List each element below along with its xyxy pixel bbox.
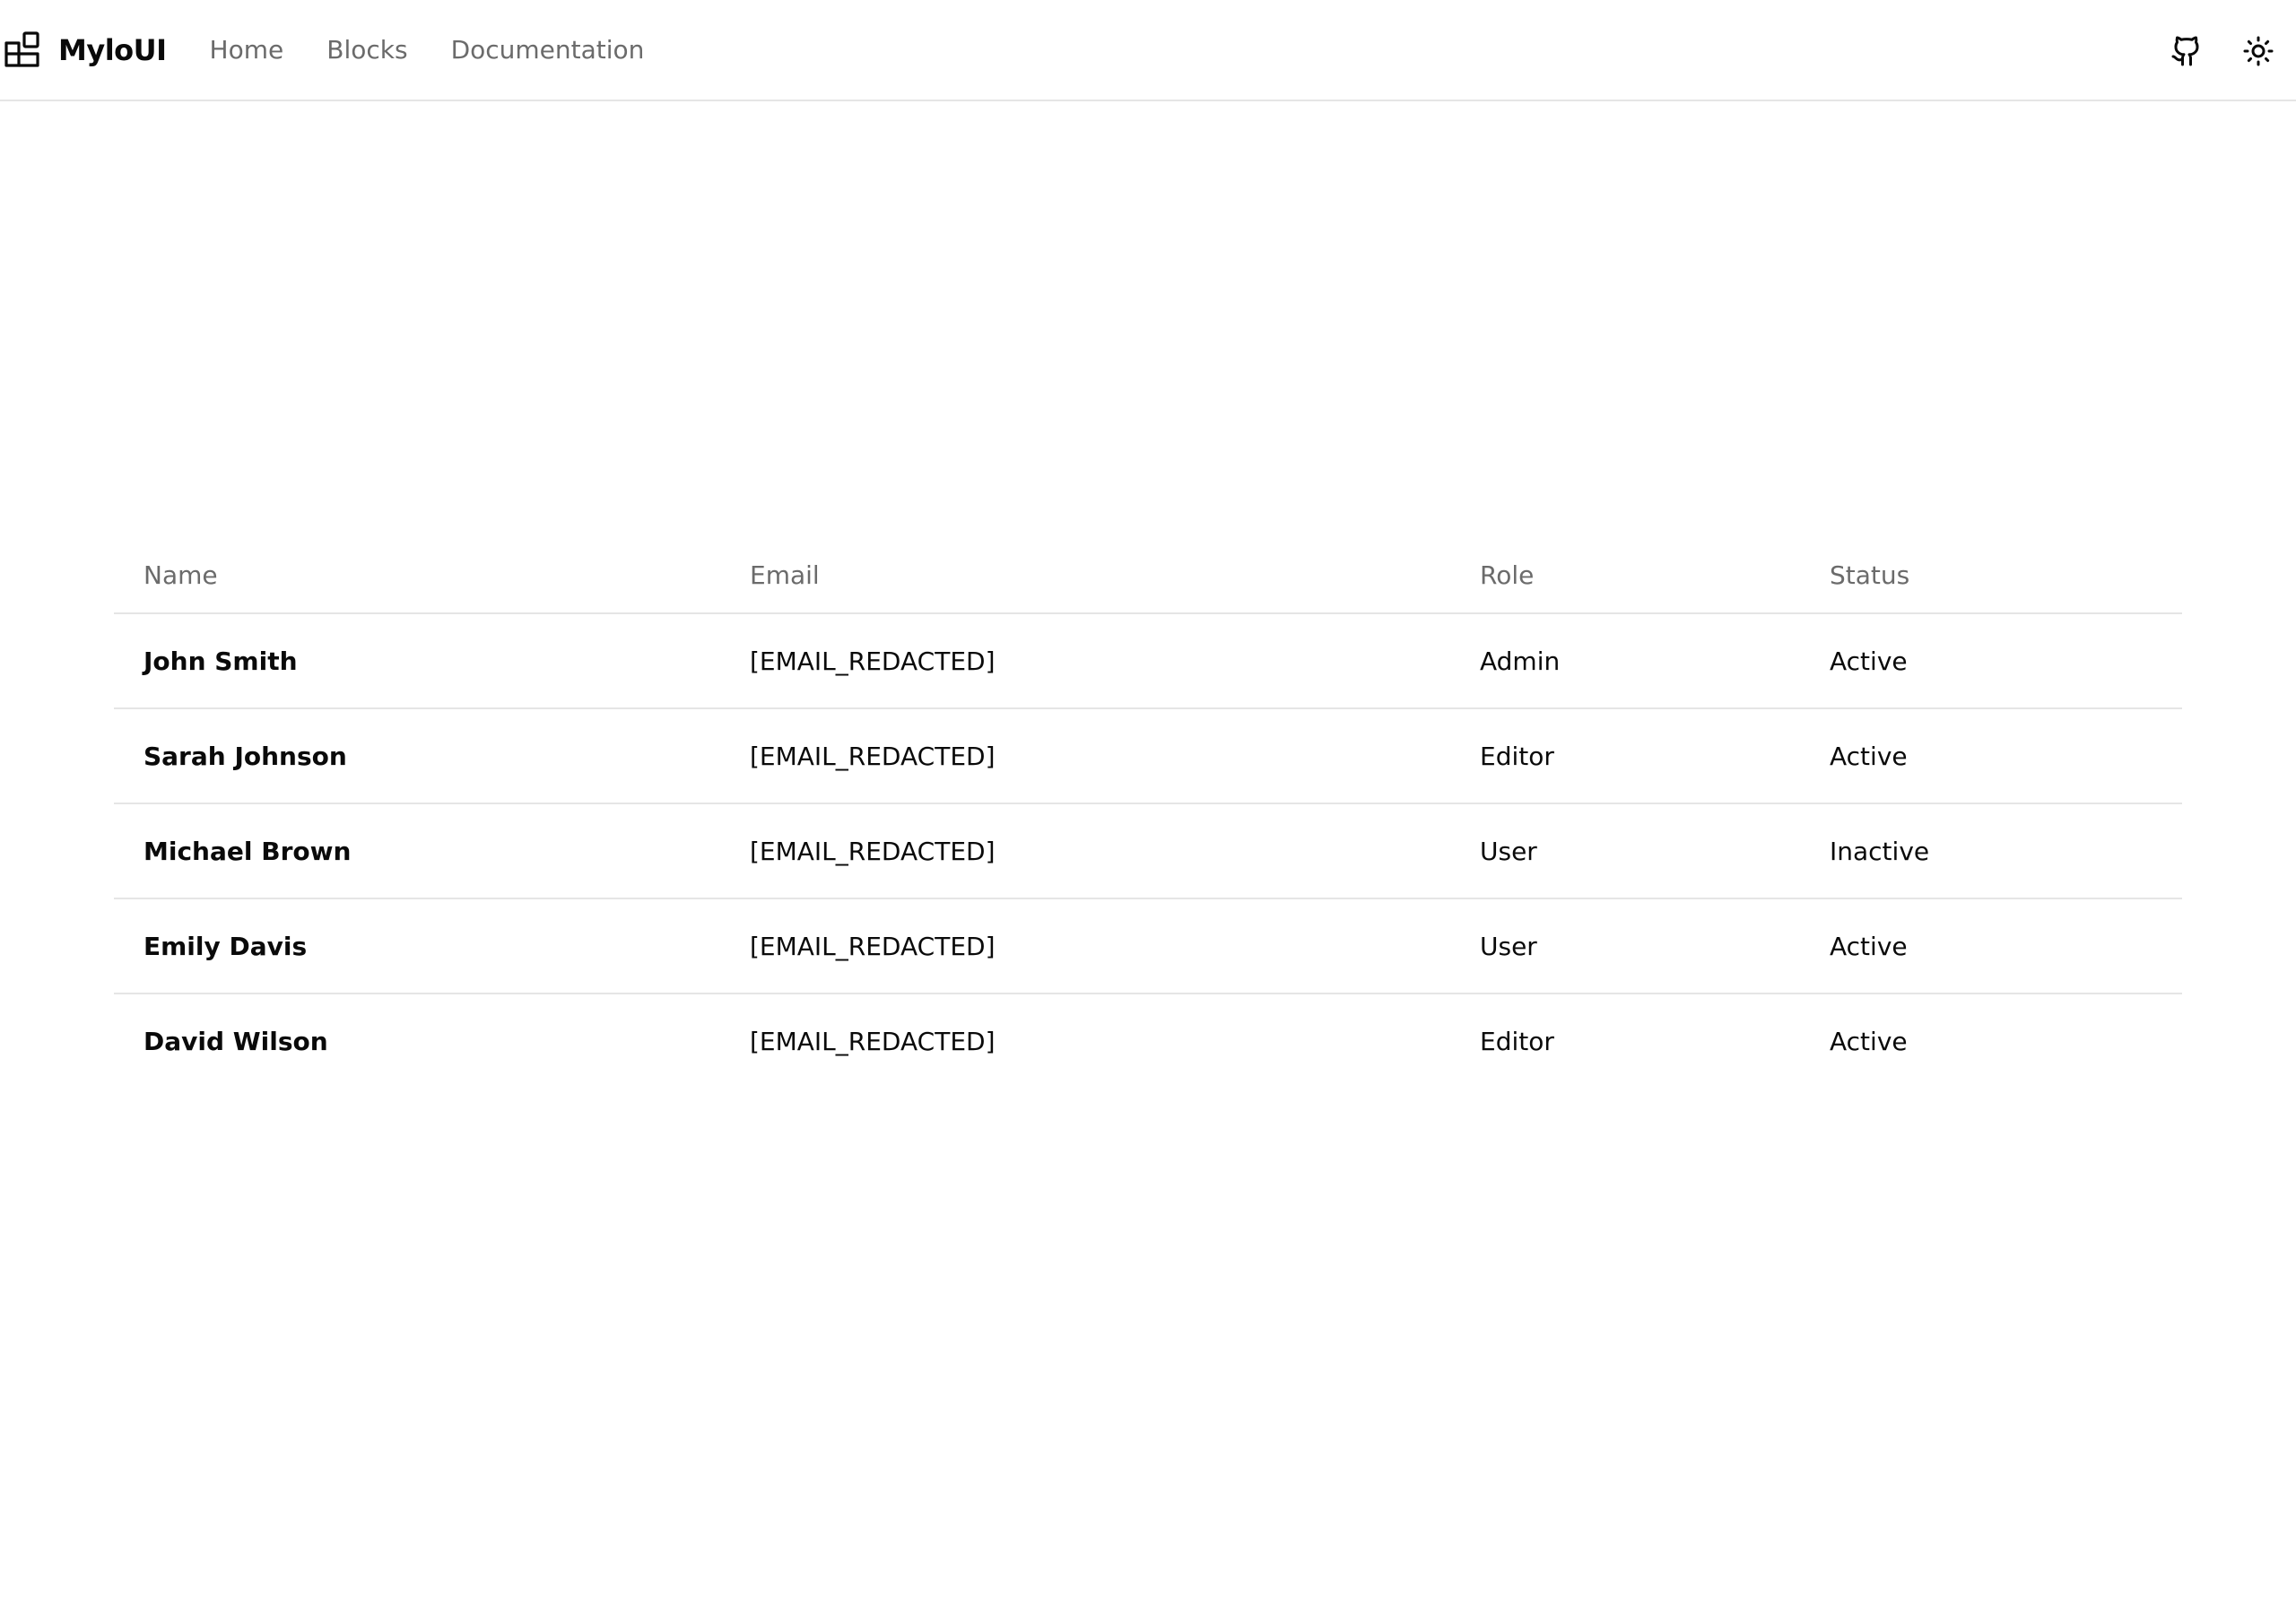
cell-name: Sarah Johnson: [144, 741, 347, 771]
table-body: John Smith [EMAIL_REDACTED] Admin Active…: [114, 613, 2182, 1089]
header-actions: [2160, 0, 2296, 101]
github-button[interactable]: [2160, 24, 2213, 78]
nav-home[interactable]: Home: [210, 35, 284, 65]
brand-name: MyloUI: [58, 32, 167, 67]
users-table: Name Email Role Status John Smith [EMAIL…: [114, 538, 2182, 1089]
column-header-status: Status: [1830, 560, 1910, 590]
table-row: Emily Davis [EMAIL_REDACTED] User Active: [114, 898, 2182, 994]
cell-email: [EMAIL_REDACTED]: [750, 1027, 996, 1056]
nav-documentation[interactable]: Documentation: [451, 35, 645, 65]
cell-name: John Smith: [144, 646, 298, 676]
cell-role: User: [1480, 931, 1537, 961]
users-table-container: Name Email Role Status John Smith [EMAIL…: [114, 538, 2182, 1089]
cell-email: [EMAIL_REDACTED]: [750, 741, 996, 771]
cell-name: David Wilson: [144, 1027, 328, 1056]
github-icon: [2171, 36, 2199, 65]
table-header: Name Email Role Status: [114, 538, 2182, 613]
cell-name: Emily Davis: [144, 931, 308, 961]
main-nav: Home Blocks Documentation: [210, 35, 688, 65]
cell-status: Active: [1830, 646, 1908, 676]
table-row: David Wilson [EMAIL_REDACTED] Editor Act…: [114, 994, 2182, 1089]
cell-name: Michael Brown: [144, 836, 352, 866]
theme-toggle-button[interactable]: [2231, 24, 2285, 78]
cell-role: Admin: [1480, 646, 1561, 676]
table-row: Michael Brown [EMAIL_REDACTED] User Inac…: [114, 803, 2182, 898]
sun-icon: [2243, 36, 2274, 65]
cell-email: [EMAIL_REDACTED]: [750, 931, 996, 961]
brand-link[interactable]: MyloUI: [3, 30, 167, 69]
cell-email: [EMAIL_REDACTED]: [750, 646, 996, 676]
table-header-row: Name Email Role Status: [114, 538, 2182, 613]
top-navbar: MyloUI Home Blocks Documentation: [0, 0, 2296, 101]
nav-blocks[interactable]: Blocks: [326, 35, 407, 65]
cell-status: Active: [1830, 931, 1908, 961]
table-row: John Smith [EMAIL_REDACTED] Admin Active: [114, 613, 2182, 708]
cell-role: Editor: [1480, 741, 1554, 771]
cell-role: User: [1480, 836, 1537, 866]
cell-role: Editor: [1480, 1027, 1554, 1056]
cell-status: Active: [1830, 1027, 1908, 1056]
column-header-name: Name: [144, 560, 218, 590]
cell-status: Inactive: [1830, 836, 1930, 866]
column-header-email: Email: [750, 560, 820, 590]
table-row: Sarah Johnson [EMAIL_REDACTED] Editor Ac…: [114, 708, 2182, 803]
cell-status: Active: [1830, 741, 1908, 771]
column-header-role: Role: [1480, 560, 1535, 590]
cell-email: [EMAIL_REDACTED]: [750, 836, 996, 866]
blocks-logo-icon: [4, 30, 39, 67]
